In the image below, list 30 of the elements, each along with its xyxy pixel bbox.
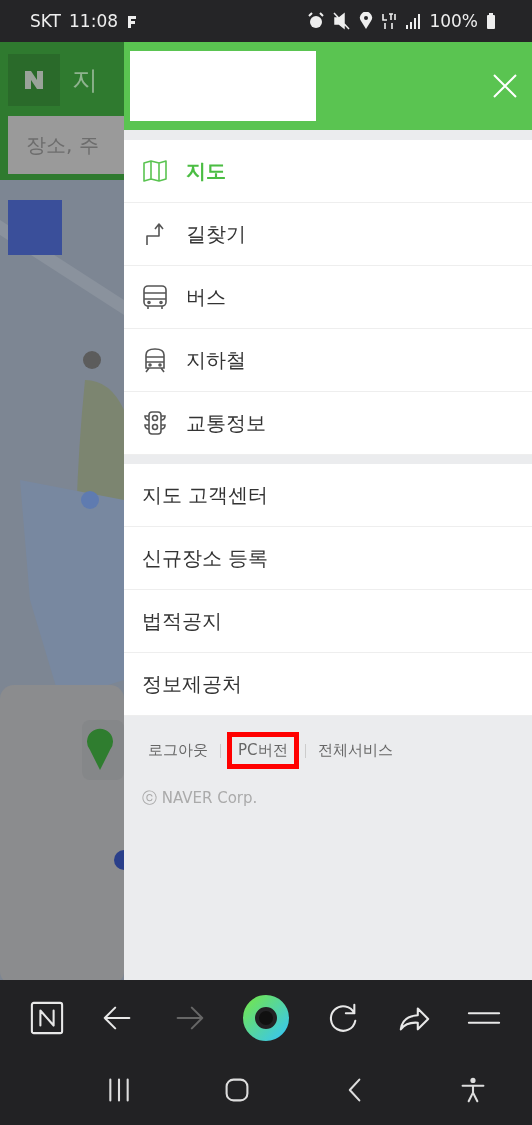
traffic-light-icon [142, 410, 168, 436]
lte-icon [381, 12, 398, 30]
bus-icon [142, 284, 168, 310]
location-icon [359, 12, 374, 30]
alarm-icon [307, 12, 326, 30]
menu-item[interactable]: 버스 [124, 266, 532, 329]
recents-icon[interactable] [106, 1077, 132, 1103]
battery-icon [486, 12, 496, 30]
naver-logo [22, 68, 46, 92]
battery-level: 100% [429, 11, 478, 31]
map-icon [142, 158, 168, 184]
menu-link[interactable]: 지도 고객센터 [124, 464, 532, 527]
menu-link[interactable]: 신규장소 등록 [124, 527, 532, 590]
carrier-name: SKT [30, 11, 61, 31]
copyright-text: ⓒ NAVER Corp. [142, 789, 259, 808]
mute-icon [333, 12, 352, 30]
ring-icon[interactable] [242, 994, 289, 1041]
signal-icon [405, 12, 422, 30]
footer-link[interactable]: 전체서비스 [311, 734, 399, 767]
menu-link[interactable]: 법적공지 [124, 590, 532, 653]
naver-box-icon[interactable] [30, 1000, 65, 1035]
menu-item[interactable]: 길찾기 [124, 203, 532, 266]
train-icon [142, 347, 168, 373]
app-title: 지 [72, 63, 98, 97]
menu-item[interactable]: 지하철 [124, 329, 532, 392]
home-button-icon[interactable] [224, 1077, 250, 1103]
footer-link[interactable]: PC버전 [227, 732, 299, 769]
clock: 11:08 [69, 11, 118, 31]
accessibility-icon[interactable] [460, 1077, 486, 1103]
footer-link[interactable]: 로그아웃 [142, 734, 214, 767]
